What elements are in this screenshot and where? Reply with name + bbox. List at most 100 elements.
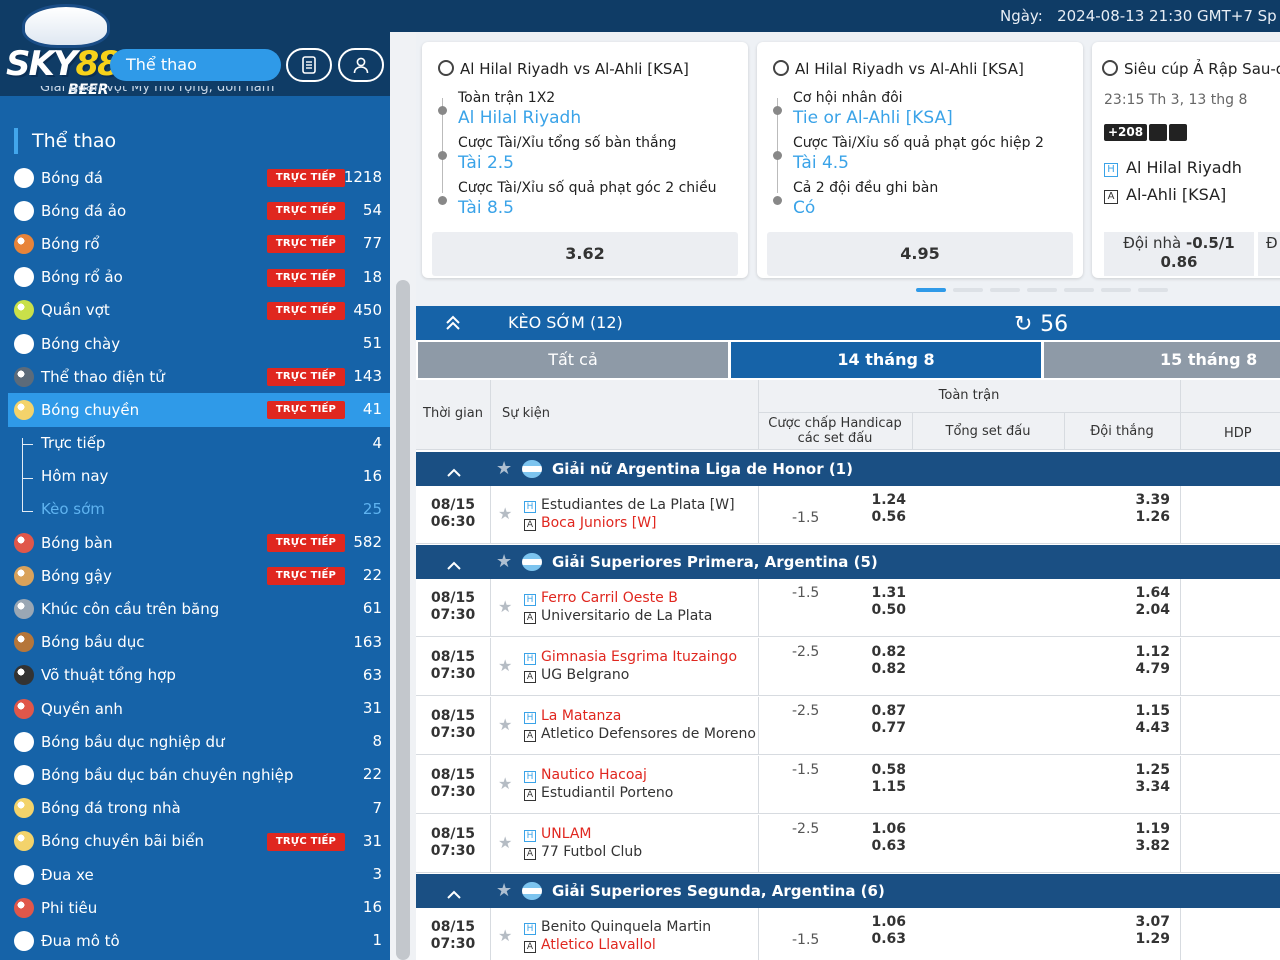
favorite-star-icon[interactable]: ★ xyxy=(496,880,512,901)
sidebar-item[interactable]: Bóng bầu dục 163 xyxy=(8,626,390,659)
sidebar-item[interactable]: Bóng chuyền TRỰC TIẾP 41 xyxy=(8,393,390,427)
chevron-up-icon[interactable] xyxy=(446,463,462,482)
winner-odds[interactable]: 3.07 1.29 xyxy=(1106,914,1170,948)
sidebar-item[interactable]: Bóng bàn TRỰC TIẾP 582 xyxy=(8,526,390,559)
handicap-odds-home[interactable]: 0.82 xyxy=(871,644,906,660)
away-team[interactable]: A Estudiantil Porteno xyxy=(524,784,673,802)
tab-aug-14[interactable]: 14 tháng 8 xyxy=(731,342,1041,378)
sidebar-item[interactable]: Bóng bầu dục nghiệp dư 8 xyxy=(8,725,390,758)
sports-tab-pill[interactable]: Thể thao xyxy=(110,49,281,81)
sidebar-scrollbar[interactable] xyxy=(390,32,416,960)
sidebar-item[interactable]: Đua xe 3 xyxy=(8,858,390,891)
sidebar-item[interactable]: Phi tiêu 16 xyxy=(8,891,390,924)
winner-odds[interactable]: 1.25 3.34 xyxy=(1106,762,1170,796)
sidebar-item[interactable]: Bóng đá ảo TRỰC TIẾP 54 xyxy=(8,194,390,227)
handicap-odds-away[interactable]: 0.82 xyxy=(871,661,906,677)
sidebar-item[interactable]: Bóng chuyền bãi biển TRỰC TIẾP 31 xyxy=(8,825,390,858)
away-team[interactable]: A Boca Juniors [W] xyxy=(524,514,657,532)
pager-dot[interactable] xyxy=(953,288,983,292)
league-header[interactable]: ★ Giải Superiores Segunda, Argentina (6) xyxy=(416,874,1280,908)
handicap-odds[interactable]: 1.31 0.50 xyxy=(856,585,906,619)
winner-odds-away[interactable]: 4.79 xyxy=(1135,661,1170,677)
brand-logo[interactable]: SKY88 BEER xyxy=(6,4,121,98)
more-markets-badge[interactable]: +208 xyxy=(1104,124,1148,141)
handicap-odds-away[interactable]: 1.15 xyxy=(871,779,906,795)
favorite-star-icon[interactable]: ★ xyxy=(498,597,512,616)
winner-odds-home[interactable]: 3.39 xyxy=(1135,492,1170,508)
favorite-star-icon[interactable]: ★ xyxy=(498,715,512,734)
sidebar-item[interactable]: Bóng rổ ảo TRỰC TIẾP 18 xyxy=(8,261,390,294)
card-odds-button[interactable]: 4.95 xyxy=(767,232,1073,276)
scrollbar-thumb[interactable] xyxy=(396,280,410,960)
home-team[interactable]: H Nautico Hacoaj xyxy=(524,766,647,784)
sidebar-item[interactable]: Võ thuật tổng hợp 63 xyxy=(8,659,390,692)
handicap-odds-away[interactable]: 0.63 xyxy=(871,931,906,947)
away-team[interactable]: A Atletico Defensores de Moreno xyxy=(524,725,756,743)
winner-odds-away[interactable]: 2.04 xyxy=(1135,602,1170,618)
pager-dot[interactable] xyxy=(1101,288,1131,292)
handicap-odds[interactable]: 1.06 0.63 xyxy=(856,821,906,855)
handicap-odds-home[interactable]: 1.24 xyxy=(871,492,906,508)
pager-dot[interactable] xyxy=(1027,288,1057,292)
handicap-odds[interactable]: 0.82 0.82 xyxy=(856,644,906,678)
favorite-star-icon[interactable]: ★ xyxy=(498,504,512,523)
sidebar-item[interactable]: Thể thao điện tử TRỰC TIẾP 143 xyxy=(8,360,390,393)
chevron-up-icon[interactable] xyxy=(446,556,462,575)
home-team[interactable]: H Gimnasia Esgrima Ituzaingo xyxy=(524,648,737,666)
home-team[interactable]: H Estudiantes de La Plata [W] xyxy=(524,496,735,514)
favorite-star-icon[interactable]: ★ xyxy=(496,458,512,479)
sidebar-item[interactable]: Bóng đá TRỰC TIẾP 1218 xyxy=(8,161,390,194)
league-header[interactable]: ★ Giải nữ Argentina Liga de Honor (1) xyxy=(416,452,1280,486)
away-team[interactable]: A UG Belgrano xyxy=(524,666,629,684)
card-handicap-button[interactable]: Đội nhà -0.5/1 0.86 xyxy=(1104,232,1254,276)
sidebar-item[interactable]: Khúc côn cầu trên băng 61 xyxy=(8,592,390,625)
account-button[interactable] xyxy=(338,48,384,82)
winner-odds-home[interactable]: 1.15 xyxy=(1135,703,1170,719)
home-team[interactable]: H Ferro Carril Oeste B xyxy=(524,589,678,607)
handicap-odds-away[interactable]: 0.56 xyxy=(871,509,906,525)
stats-icon[interactable] xyxy=(1149,124,1168,141)
winner-odds-home[interactable]: 1.25 xyxy=(1135,762,1170,778)
winner-odds-away[interactable]: 4.43 xyxy=(1135,720,1170,736)
collapse-icon[interactable] xyxy=(444,314,462,332)
handicap-odds[interactable]: 1.24 0.56 xyxy=(856,492,906,526)
winner-odds[interactable]: 1.12 4.79 xyxy=(1106,644,1170,678)
pager-dot[interactable] xyxy=(1138,288,1168,292)
handicap-odds-home[interactable]: 1.06 xyxy=(871,914,906,930)
handicap-odds-home[interactable]: 1.31 xyxy=(871,585,906,601)
winner-odds-away[interactable]: 3.82 xyxy=(1135,838,1170,854)
sidebar-item[interactable]: Quần vợt TRỰC TIẾP 450 xyxy=(8,294,390,327)
card-odds-button[interactable]: 3.62 xyxy=(432,232,738,276)
pager-dot[interactable] xyxy=(916,288,946,292)
sidebar-item[interactable]: Bóng chày 51 xyxy=(8,327,390,360)
winner-odds[interactable]: 1.15 4.43 xyxy=(1106,703,1170,737)
sidebar-item[interactable]: Bóng rổ TRỰC TIẾP 77 xyxy=(8,227,390,260)
favorite-star-icon[interactable]: ★ xyxy=(498,926,512,945)
sidebar-item[interactable]: Kèo sớm 25 xyxy=(8,493,390,526)
winner-odds-away[interactable]: 1.29 xyxy=(1135,931,1170,947)
away-team[interactable]: A Universitario de La Plata xyxy=(524,607,712,625)
pager-dot[interactable] xyxy=(990,288,1020,292)
tab-aug-15[interactable]: 15 tháng 8 xyxy=(1044,342,1280,378)
lineup-icon[interactable] xyxy=(1169,124,1188,141)
winner-odds[interactable]: 3.39 1.26 xyxy=(1106,492,1170,526)
winner-odds-away[interactable]: 1.26 xyxy=(1135,509,1170,525)
favorite-star-icon[interactable]: ★ xyxy=(496,551,512,572)
home-team[interactable]: H La Matanza xyxy=(524,707,621,725)
bet-slip-button[interactable] xyxy=(286,48,332,82)
chevron-up-icon[interactable] xyxy=(446,885,462,904)
favorite-star-icon[interactable]: ★ xyxy=(498,774,512,793)
handicap-odds-home[interactable]: 0.58 xyxy=(871,762,906,778)
winner-odds[interactable]: 1.64 2.04 xyxy=(1106,585,1170,619)
handicap-odds-away[interactable]: 0.63 xyxy=(871,838,906,854)
card-next-button[interactable]: Đ xyxy=(1258,232,1280,276)
handicap-odds[interactable]: 1.06 0.63 xyxy=(856,914,906,948)
away-team[interactable]: A Atletico Llavallol xyxy=(524,936,656,954)
tab-all[interactable]: Tất cả xyxy=(418,342,728,378)
winner-odds-home[interactable]: 1.19 xyxy=(1135,821,1170,837)
winner-odds-home[interactable]: 1.12 xyxy=(1135,644,1170,660)
refresh-button[interactable]: ↻ 56 xyxy=(1014,306,1068,342)
sidebar-item[interactable]: Đua mô tô 1 xyxy=(8,924,390,957)
handicap-odds[interactable]: 0.87 0.77 xyxy=(856,703,906,737)
handicap-odds-away[interactable]: 0.77 xyxy=(871,720,906,736)
